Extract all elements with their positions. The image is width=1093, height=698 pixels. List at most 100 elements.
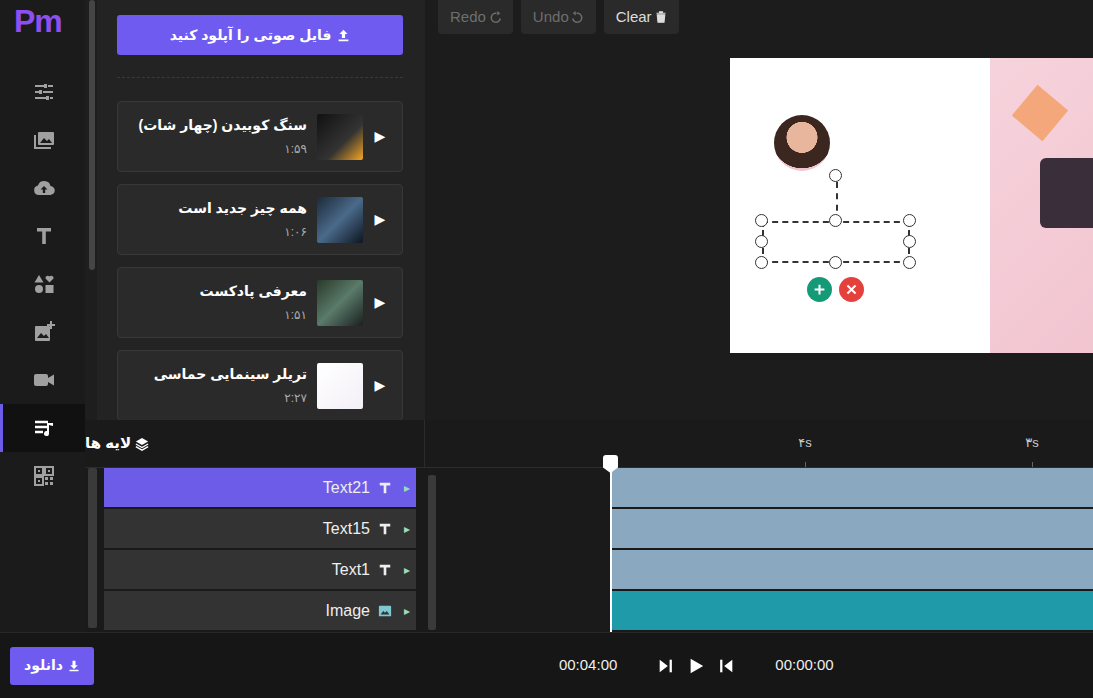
track-title: سنگ کوبیدن (چهار شات) <box>126 115 307 136</box>
layer-row[interactable]: ▸ Text21 <box>104 468 416 507</box>
play-button[interactable]: ▶ <box>373 292 387 313</box>
sidebar-item[interactable] <box>0 356 85 404</box>
audio-panel: فایل صوتی را آپلود کنید ▶ سنگ کوبیدن (چهار… <box>85 0 425 420</box>
toolbar-button-label: Clear <box>616 6 652 29</box>
layer-row[interactable]: ▸ Text15 <box>104 509 416 548</box>
scrollbar[interactable] <box>428 475 436 630</box>
layer-name: Text15 <box>323 517 370 541</box>
sidebar-item[interactable] <box>0 116 85 164</box>
track-duration: ۱:۵۹ <box>126 140 307 158</box>
ruler-tick: ۳s <box>1012 420 1052 467</box>
plus-icon <box>813 283 826 296</box>
expand-button[interactable]: ▸ <box>400 520 410 538</box>
logo: Pm <box>0 0 85 68</box>
track-thumbnail <box>317 197 363 243</box>
track-thumbnail <box>317 363 363 409</box>
playhead[interactable] <box>610 458 612 632</box>
track-bar[interactable] <box>611 468 1093 507</box>
play-icon[interactable] <box>687 657 705 675</box>
track-duration: ۱:۵۱ <box>126 306 307 324</box>
play-button[interactable]: ▶ <box>373 126 387 147</box>
layer-name: Text21 <box>323 476 370 500</box>
resize-handle[interactable] <box>903 256 916 269</box>
sidebar-item[interactable] <box>0 308 85 356</box>
bottom-bar: دانلود 00:04:00 00:00:00 <box>0 632 1093 698</box>
upload-icon <box>337 29 350 42</box>
time-ruler: ۴s ۳s <box>425 420 1093 467</box>
upload-label: فایل صوتی را آپلود کنید <box>170 25 332 46</box>
scrollbar-thumb[interactable] <box>88 468 97 628</box>
play-button[interactable]: ▶ <box>373 209 387 230</box>
tick-label: ۳s <box>1025 433 1038 453</box>
play-button[interactable]: ▶ <box>373 375 387 396</box>
canvas <box>730 58 1093 353</box>
toolbar-button[interactable]: Redo <box>438 0 513 34</box>
timeline: لایه ها۴s۳s▸Text21▸Text15▸Text1▸Image <box>85 420 1093 632</box>
trash-icon <box>655 11 667 23</box>
download-icon <box>68 660 80 672</box>
upload-icon <box>32 176 56 200</box>
sidebar-item[interactable] <box>0 260 85 308</box>
sliders-icon <box>32 80 56 104</box>
sidebar-item[interactable] <box>0 68 85 116</box>
layer-row[interactable]: ▸ Text1 <box>104 550 416 589</box>
scrollbar-thumb[interactable] <box>89 0 95 270</box>
sidebar-item[interactable] <box>0 212 85 260</box>
resize-handle[interactable] <box>755 256 768 269</box>
resize-handle[interactable] <box>903 214 916 227</box>
resize-handle[interactable] <box>755 235 768 248</box>
upload-audio-button[interactable]: فایل صوتی را آپلود کنید <box>117 15 403 55</box>
track-duration: ۱:۰۶ <box>126 223 307 241</box>
music-icon <box>32 416 56 440</box>
text-icon <box>378 481 392 495</box>
toolbar-button[interactable]: Clear <box>604 0 679 34</box>
undo-icon <box>572 11 584 23</box>
track-list <box>436 468 1093 632</box>
layer-row[interactable]: ▸Image <box>104 591 416 630</box>
layer-list: ▸ Text21 ▸ Text15 ▸ Text1 ▸Image <box>104 468 416 632</box>
current-time: 00:00:00 <box>775 654 833 677</box>
resize-handle[interactable] <box>755 214 768 227</box>
track-bar[interactable] <box>611 550 1093 589</box>
toolbar: RedoUndo Clear <box>425 0 1093 34</box>
audio-track[interactable]: ▶تریلر سینمایی حماسی۲:۲۷ <box>117 350 403 420</box>
divider <box>117 77 403 78</box>
qr-code-icon <box>32 464 56 488</box>
tick-mark <box>1032 462 1033 467</box>
add-button[interactable] <box>807 277 832 302</box>
ruler-tick: ۴s <box>785 420 825 467</box>
download-button[interactable]: دانلود <box>10 647 94 685</box>
close-icon <box>845 283 858 296</box>
resize-handle[interactable] <box>903 235 916 248</box>
expand-button[interactable]: ▸ <box>400 602 410 620</box>
track-thumbnail <box>317 280 363 326</box>
sidebar-item[interactable] <box>0 452 85 500</box>
toolbar-button[interactable]: Undo <box>521 0 596 34</box>
shapes-icon <box>32 272 56 296</box>
avatar[interactable] <box>774 115 830 171</box>
expand-button[interactable]: ▸ <box>400 561 410 579</box>
audio-track[interactable]: ▶همه چیز جدید است۱:۰۶ <box>117 184 403 255</box>
scrollbar <box>85 0 97 420</box>
tick-label: ۴s <box>798 433 811 453</box>
layer-name: Text1 <box>332 558 370 582</box>
resize-handle[interactable] <box>829 214 842 227</box>
track-bar[interactable] <box>611 591 1093 630</box>
download-label: دانلود <box>24 655 63 676</box>
sidebar-item[interactable] <box>0 404 85 452</box>
photo-detail <box>1012 85 1068 141</box>
audio-track[interactable]: ▶ معرفی پادکست ۱:۵۱ <box>117 267 403 338</box>
sidebar-item[interactable] <box>0 164 85 212</box>
skip-start-icon[interactable] <box>717 657 735 675</box>
skip-end-icon[interactable] <box>657 657 675 675</box>
delete-button[interactable] <box>839 277 864 302</box>
text-icon <box>32 224 56 248</box>
track-title: معرفی پادکست <box>126 281 307 302</box>
audio-track[interactable]: ▶ سنگ کوبیدن (چهار شات) ۱:۵۹ <box>117 101 403 172</box>
stage: RedoUndo Clear <box>425 0 1093 420</box>
resize-handle[interactable] <box>829 256 842 269</box>
expand-button[interactable]: ▸ <box>400 479 410 497</box>
total-time: 00:04:00 <box>559 654 617 677</box>
track-bar[interactable] <box>611 509 1093 548</box>
resize-handle[interactable] <box>829 169 842 182</box>
